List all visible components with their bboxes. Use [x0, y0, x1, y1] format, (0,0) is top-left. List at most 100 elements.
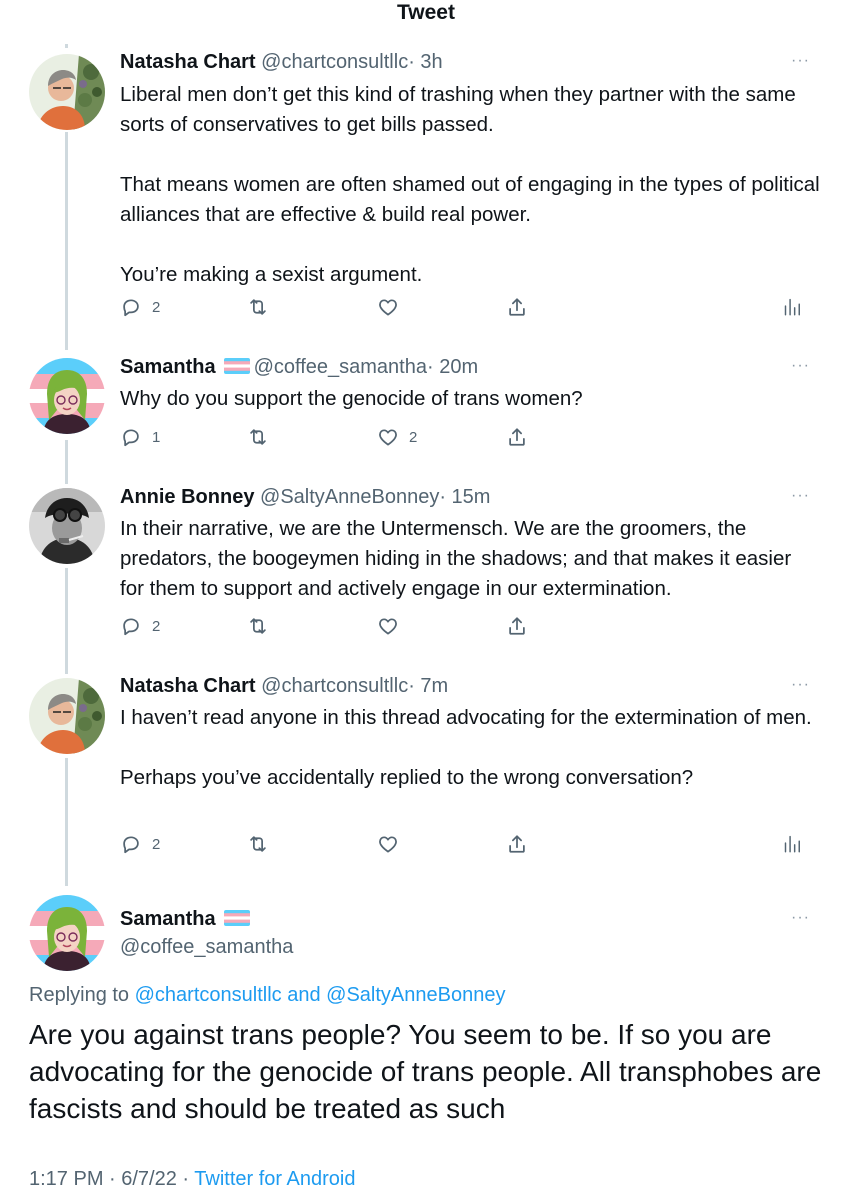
like-button[interactable]: 2 [377, 425, 417, 449]
retweet-button[interactable] [247, 614, 269, 638]
like-button[interactable] [377, 832, 409, 856]
tweet-header: Natasha Chart @chartconsultllc· 3h [120, 49, 443, 75]
avatar[interactable] [29, 678, 105, 754]
tweet-text: I haven’t read anyone in this thread adv… [120, 706, 812, 789]
retweet-button[interactable] [247, 832, 269, 856]
thread-line [65, 568, 68, 674]
retweet-icon [247, 833, 269, 855]
analytics-icon [780, 296, 802, 318]
share-icon [506, 833, 528, 855]
tweet-text: In their narrative, we are the Untermens… [120, 517, 797, 600]
share-icon [506, 296, 528, 318]
avatar[interactable] [29, 488, 105, 564]
reply-icon [120, 296, 142, 318]
annie-avatar-icon [29, 488, 105, 564]
like-count: 2 [409, 428, 418, 446]
avatar[interactable] [29, 895, 105, 971]
tweet-time[interactable]: · 3h [408, 51, 442, 73]
replying-and[interactable]: and [287, 984, 320, 1006]
tweet-time[interactable]: · 7m [408, 675, 448, 697]
tweet-actions: 2 [120, 614, 820, 638]
main-tweet-text: Are you against trans people? You seem t… [29, 1019, 822, 1124]
more-icon[interactable]: ··· [791, 357, 810, 375]
retweet-icon [247, 296, 269, 318]
source-link[interactable]: Twitter for Android [194, 1168, 355, 1190]
reply-button[interactable]: 2 [120, 832, 160, 856]
samantha-avatar-icon [29, 895, 105, 971]
mention-link[interactable]: @chartconsultllc [135, 984, 282, 1006]
like-icon [377, 615, 399, 637]
retweet-button[interactable] [247, 425, 269, 449]
timestamp[interactable]: 1:17 PM · 6/7/22 · [29, 1168, 189, 1190]
tweet-meta: 1:17 PM · 6/7/22 · Twitter for Android [29, 1165, 355, 1193]
tweet-text: Liberal men don’t get this kind of trash… [120, 83, 820, 286]
tweet-header: Natasha Chart @chartconsultllc· 7m [120, 673, 448, 699]
reply-count: 2 [152, 617, 161, 635]
like-icon [377, 296, 399, 318]
reply-icon [120, 615, 142, 637]
more-icon[interactable]: ··· [791, 676, 810, 694]
main-author-name[interactable]: Samantha [120, 906, 254, 932]
author-name[interactable]: Annie Bonney [120, 486, 254, 508]
reply-button[interactable]: 2 [120, 614, 160, 638]
replying-prefix: Replying to [29, 984, 130, 1006]
share-button[interactable] [506, 295, 528, 319]
more-icon[interactable]: ··· [791, 909, 810, 927]
author-name[interactable]: Natasha Chart [120, 51, 256, 73]
natasha-avatar-icon [29, 54, 105, 130]
share-button[interactable] [506, 425, 528, 449]
thread-line [65, 44, 68, 48]
thread-line [65, 758, 68, 886]
thread-line [65, 132, 68, 350]
retweet-icon [247, 426, 269, 448]
analytics-icon [780, 833, 802, 855]
like-button[interactable] [377, 295, 409, 319]
trans-flag-icon [224, 910, 250, 926]
like-icon [377, 833, 399, 855]
reply-button[interactable]: 2 [120, 295, 160, 319]
reply-button[interactable]: 1 [120, 425, 160, 449]
author-name[interactable]: Samantha [120, 908, 216, 930]
like-icon [377, 426, 399, 448]
author-handle[interactable]: @coffee_samantha [120, 934, 293, 960]
more-icon[interactable]: ··· [791, 487, 810, 505]
more-icon[interactable]: ··· [791, 52, 810, 70]
author-name[interactable]: Natasha Chart [120, 675, 256, 697]
retweet-icon [247, 615, 269, 637]
author-handle[interactable]: @chartconsultllc [261, 51, 408, 73]
author-name[interactable]: Samantha [120, 356, 216, 378]
tweet-header: Annie Bonney @SaltyAnneBonney· 15m [120, 484, 490, 510]
reply-count: 2 [152, 298, 161, 316]
tweet-actions: 1 2 [120, 425, 820, 449]
natasha-avatar-icon [29, 678, 105, 754]
retweet-button[interactable] [247, 295, 269, 319]
tweet-header: Samantha @coffee_samantha· 20m [120, 354, 478, 380]
like-button[interactable] [377, 614, 409, 638]
author-handle[interactable]: @SaltyAnneBonney [260, 486, 439, 508]
share-icon [506, 426, 528, 448]
tweet-time[interactable]: · 20m [427, 356, 478, 378]
reply-icon [120, 426, 142, 448]
replying-to: Replying to @chartconsultllc and @SaltyA… [29, 982, 505, 1008]
tweet-actions: 2 [120, 832, 820, 856]
reply-count: 2 [152, 835, 161, 853]
tweet-actions: 2 [120, 295, 820, 319]
author-handle[interactable]: @coffee_samantha [254, 356, 427, 378]
tweet-time[interactable]: · 15m [439, 486, 490, 508]
reply-icon [120, 833, 142, 855]
analytics-button[interactable] [780, 832, 802, 856]
share-button[interactable] [506, 614, 528, 638]
thread-line [65, 440, 68, 484]
analytics-button[interactable] [780, 295, 802, 319]
avatar[interactable] [29, 54, 105, 130]
page-title: Tweet [397, 1, 455, 24]
trans-flag-icon [224, 358, 250, 374]
mention-link[interactable]: @SaltyAnneBonney [326, 984, 505, 1006]
share-icon [506, 615, 528, 637]
avatar[interactable] [29, 358, 105, 434]
reply-count: 1 [152, 428, 161, 446]
tweet-text: Why do you support the genocide of trans… [120, 387, 583, 410]
share-button[interactable] [506, 832, 528, 856]
samantha-avatar-icon [29, 358, 105, 434]
author-handle[interactable]: @chartconsultllc [261, 675, 408, 697]
